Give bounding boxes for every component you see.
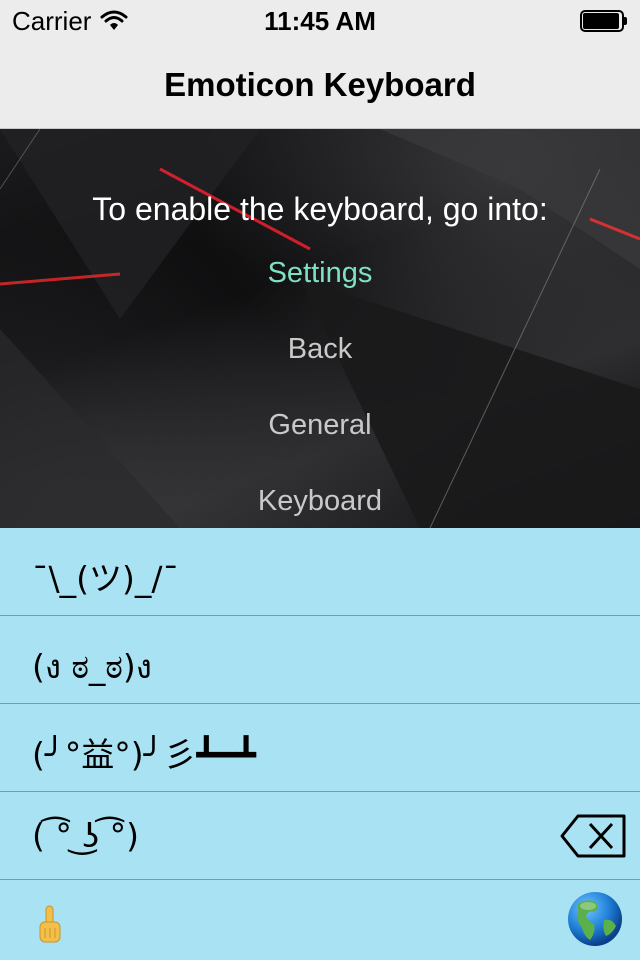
step-back: Back [287,333,353,365]
emoticon-label: (ง ಠ_ಠ)ง [32,647,152,686]
battery-icon [580,10,628,32]
status-bar: Carrier 11:45 AM [0,0,640,40]
step-settings: Settings [267,257,373,289]
emoticon-label: (╯°益°)╯彡┻━┻ [32,735,257,774]
pointing-finger-icon[interactable] [36,904,64,944]
emoticon-key-shrug[interactable]: ¯\_(ツ)_/¯ [0,528,640,616]
emoticon-label: ( ͡° ͜ʖ ͡°) [32,816,140,855]
background-artwork [0,129,640,528]
emoticon-key-disapproval[interactable]: (ง ಠ_ಠ)ง [0,616,640,704]
step-keyboard: Keyboard [257,485,383,517]
globe-icon[interactable] [566,890,624,948]
keyboard-bottom-bar [0,880,640,960]
backspace-icon[interactable] [560,814,626,858]
status-time: 11:45 AM [264,6,376,36]
emoticon-key-lenny[interactable]: ( ͡° ͜ʖ ͡°) [0,792,640,880]
step-general: General [268,409,372,441]
page-title: Emoticon Keyboard [164,66,476,103]
emoticon-keyboard: ¯\_(ツ)_/¯ (ง ಠ_ಠ)ง (╯°益°)╯彡┻━┻ ( ͡° ͜ʖ ͡… [0,528,640,960]
emoticon-key-table-flip[interactable]: (╯°益°)╯彡┻━┻ [0,704,640,792]
instructions-heading: To enable the keyboard, go into: [92,191,548,227]
emoticon-label: ¯\_(ツ)_/¯ [32,559,179,598]
instructions-panel: To enable the keyboard, go into: Setting… [0,129,640,528]
navigation-bar: Emoticon Keyboard [0,40,640,129]
